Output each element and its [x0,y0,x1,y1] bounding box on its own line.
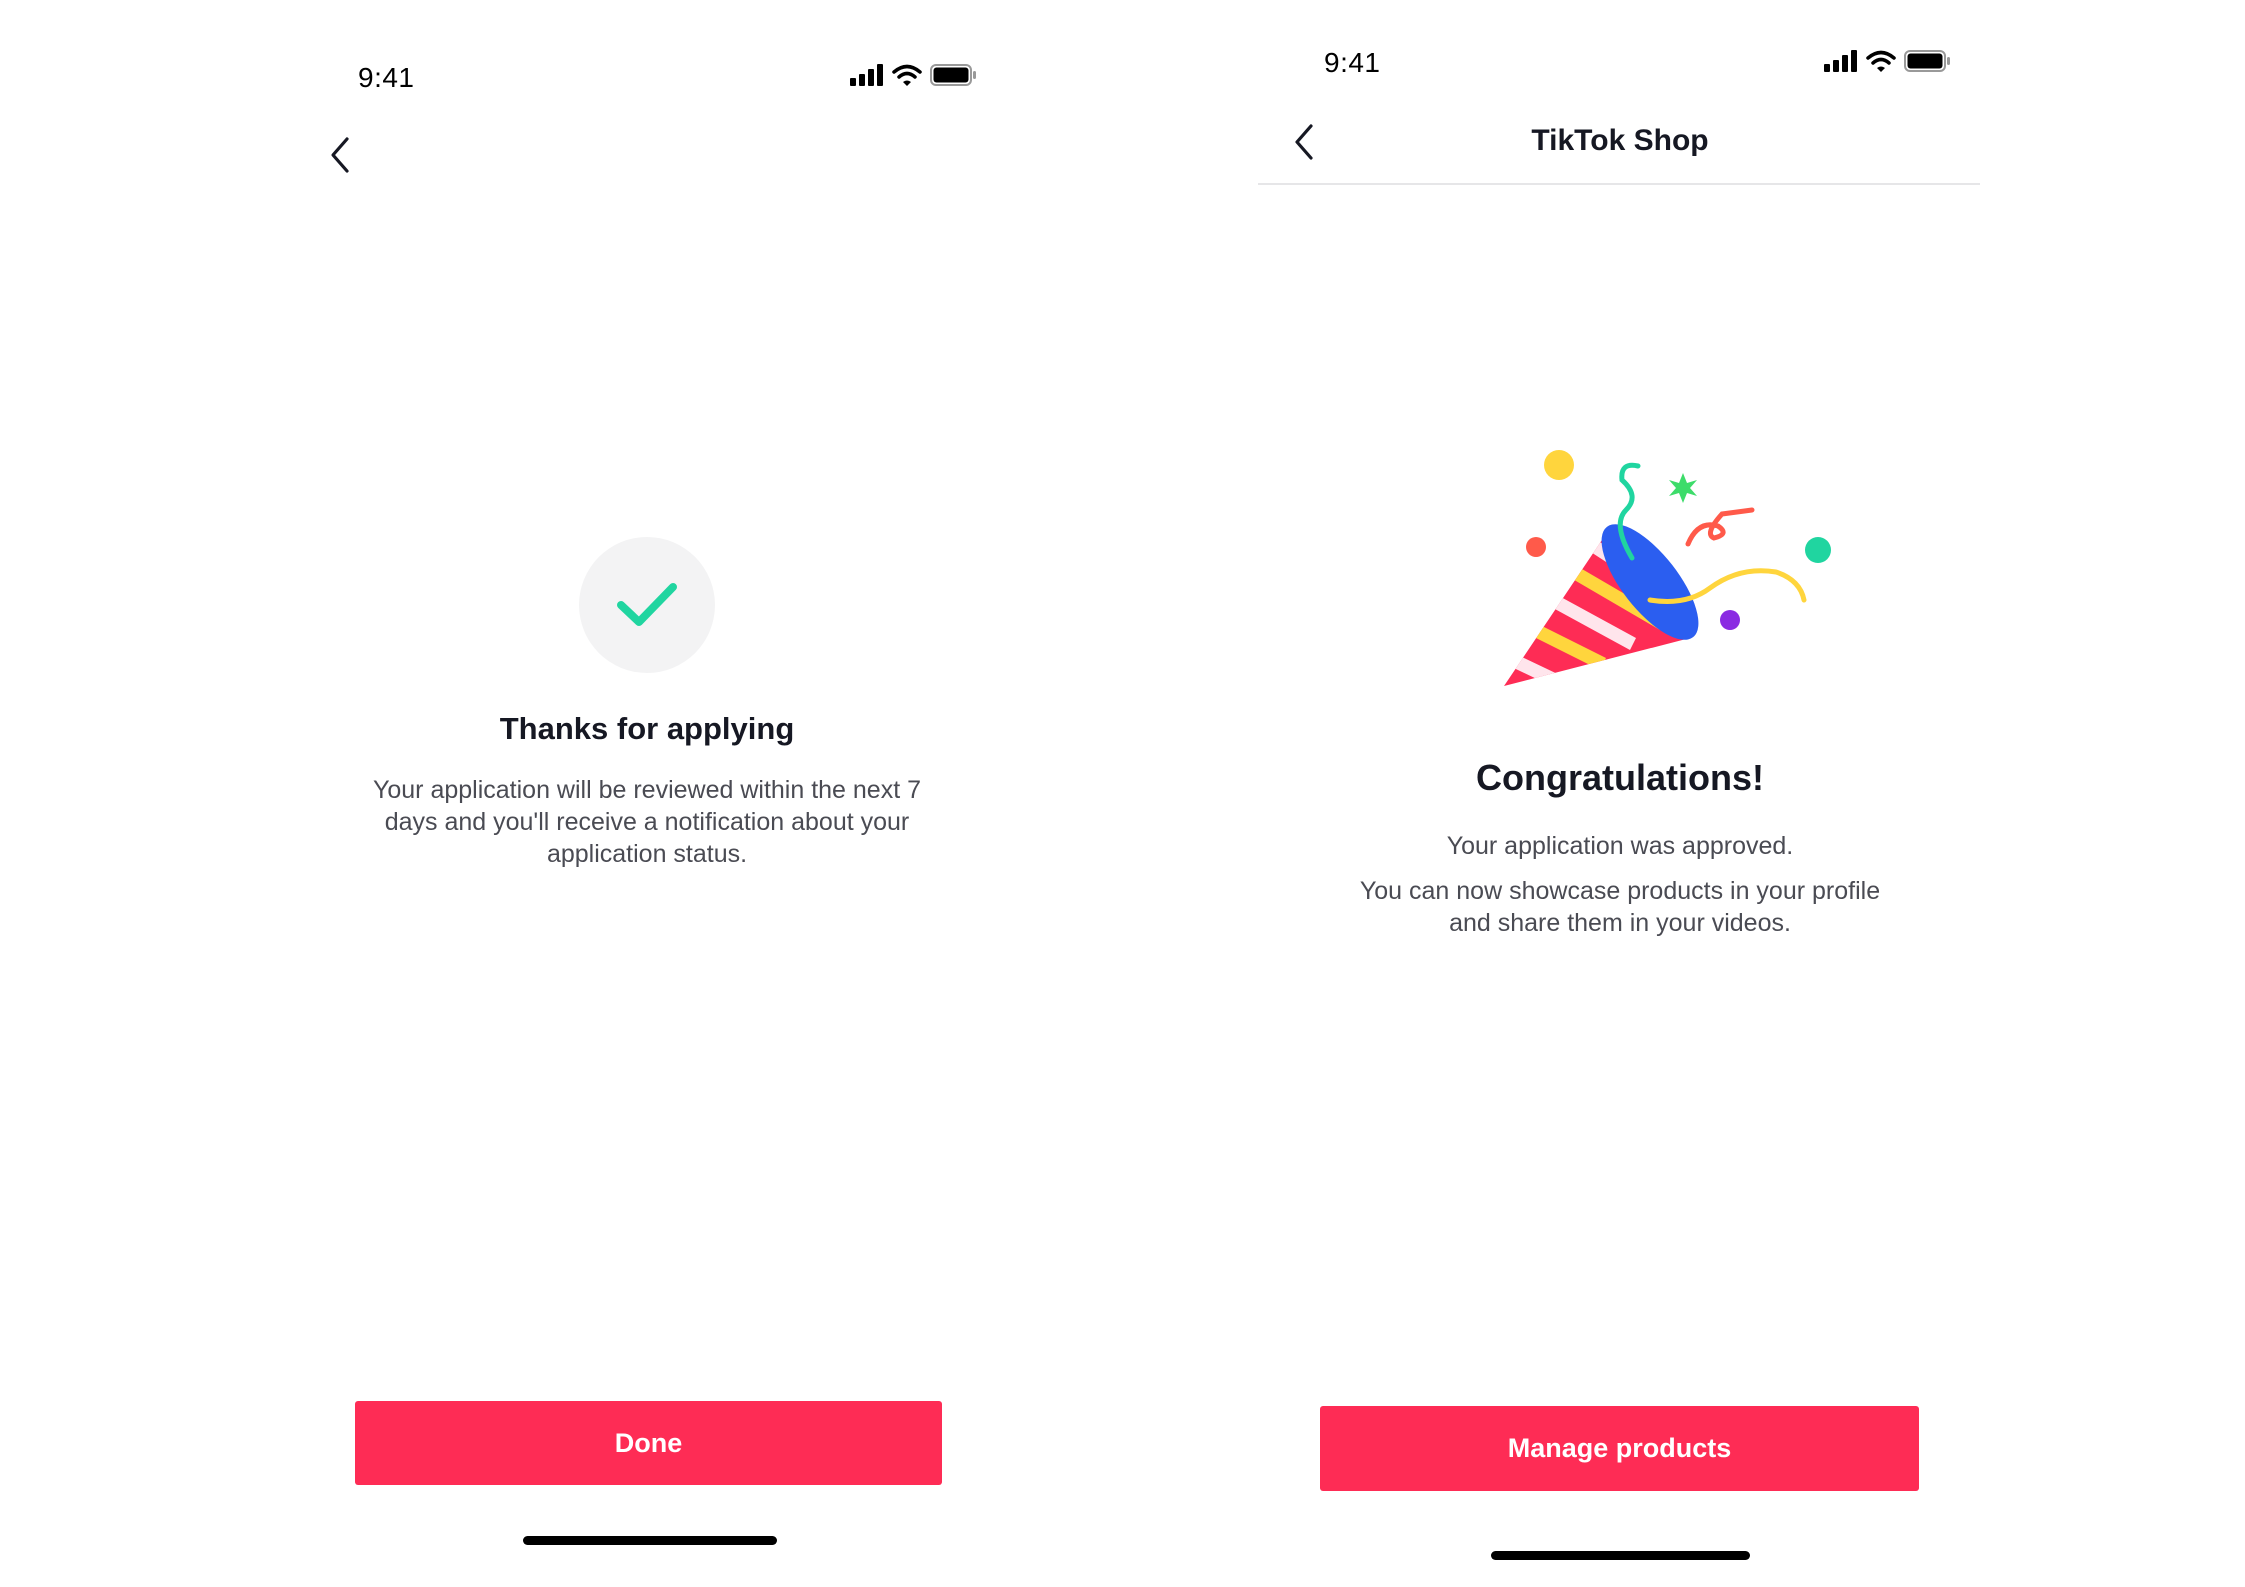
status-time: 9:41 [358,62,415,93]
confetti-dot [1544,450,1574,480]
description-line: and share them in your videos. [1449,909,1791,937]
nav-title: TikTok Shop [1531,124,1709,157]
description-text: Your application will be reviewed within… [347,774,947,870]
battery-icon [1904,50,1950,72]
nav-divider [1258,183,1980,185]
description-line: You can now showcase products in your pr… [1359,877,1881,905]
confetti-dot [1720,610,1740,630]
comparison-canvas: 9:41 Thanks for applying Your applicatio… [0,0,2245,1587]
manage-products-button[interactable]: Manage products [1320,1406,1919,1491]
back-button[interactable] [1284,122,1324,162]
back-button[interactable] [320,135,360,175]
wifi-icon [1866,50,1896,72]
cellular-signal-icon [850,64,883,86]
description-line: days and you'll receive a notification a… [384,808,910,836]
party-popper-icon [1504,450,1831,686]
done-button[interactable]: Done [355,1401,942,1485]
chevron-left-icon [331,137,349,173]
status-icons [1824,50,1950,72]
page-title: Thanks for applying [499,711,795,746]
cellular-signal-icon [1824,50,1857,72]
status-time: 9:41 [1324,47,1381,78]
confetti-dot [1526,537,1546,557]
page-title: Congratulations! [1476,757,1764,798]
confetti-star [1669,473,1697,503]
confetti-dot [1805,537,1831,563]
approval-text: Your application was approved. [1446,832,1794,860]
home-indicator[interactable] [523,1536,777,1545]
description-line: application status. [546,840,748,868]
streamer-red [1685,507,1755,547]
description-line: Your application will be reviewed within… [372,776,921,804]
success-badge [579,537,715,673]
chevron-left-icon [1295,124,1313,160]
checkmark-icon [617,583,677,626]
wifi-icon [892,64,922,86]
status-icons [850,64,976,86]
home-indicator[interactable] [1491,1551,1750,1560]
description-text: You can now showcase products in your pr… [1300,875,1940,939]
battery-icon [930,64,976,86]
